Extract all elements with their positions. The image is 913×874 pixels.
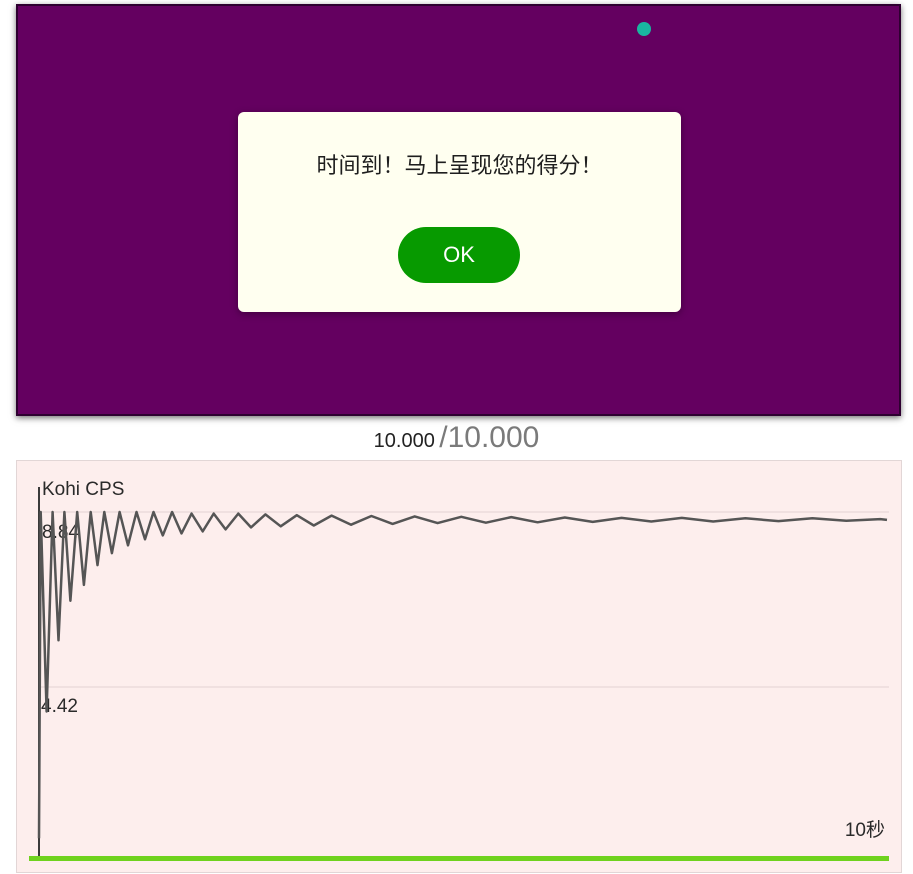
time-up-dialog: 时间到！马上呈现您的得分！ OK bbox=[238, 112, 681, 312]
y-tick-label-max: 8.84 bbox=[42, 522, 79, 543]
x-axis-label: 10秒 bbox=[845, 819, 885, 841]
cps-series-line bbox=[37, 510, 888, 839]
dialog-message: 时间到！马上呈现您的得分！ bbox=[316, 154, 603, 179]
timer-total: /10.000 bbox=[439, 421, 540, 454]
cps-chart-panel: Kohi CPS 8.84 4.42 10秒 bbox=[16, 460, 902, 873]
cps-chart: Kohi CPS 8.84 4.42 10秒 bbox=[29, 479, 889, 861]
ok-button[interactable]: OK bbox=[398, 227, 520, 283]
click-area[interactable]: 时间到！马上呈现您的得分！ OK bbox=[16, 4, 901, 416]
timer-elapsed: 10.000 bbox=[373, 430, 435, 452]
chart-title: Kohi CPS bbox=[42, 479, 124, 500]
progress-bar bbox=[29, 856, 889, 861]
timer-readout: 10.000 /10.000 bbox=[0, 421, 913, 455]
click-marker-dot bbox=[637, 22, 651, 36]
series-group bbox=[37, 510, 888, 839]
